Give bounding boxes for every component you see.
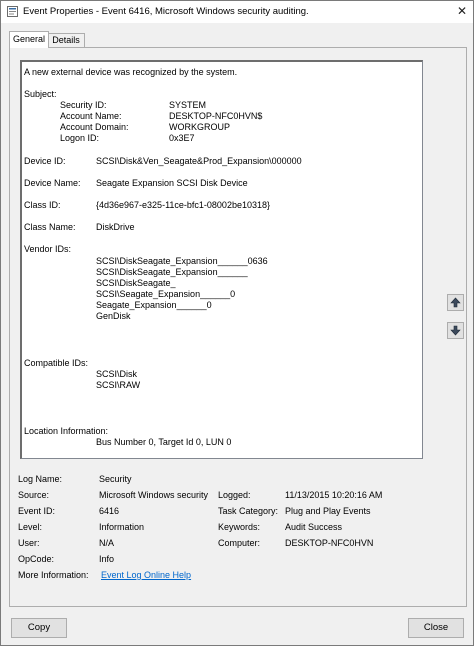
- security-id-value: SYSTEM: [169, 100, 207, 110]
- account-name-label: Account Name:: [60, 111, 122, 121]
- opcode-value: Info: [99, 554, 115, 564]
- class-name-label: Class Name:: [24, 222, 76, 232]
- more-information-label: More Information:: [18, 570, 89, 580]
- task-category-label: Task Category:: [218, 506, 279, 516]
- class-id-value: {4d36e967-e325-11ce-bfc1-08002be10318}: [96, 200, 270, 210]
- scroll-down-button[interactable]: [447, 322, 464, 339]
- tab-general[interactable]: General: [9, 31, 49, 48]
- close-button[interactable]: Close: [408, 618, 464, 638]
- keywords-value: Audit Success: [285, 522, 343, 532]
- logon-id-value: 0x3E7: [169, 133, 195, 143]
- vendor-id-item: SCSI\DiskSeagate_: [96, 278, 176, 288]
- vendor-ids-label: Vendor IDs:: [24, 244, 72, 254]
- vendor-id-item: SCSI\Seagate_Expansion______0: [96, 289, 236, 299]
- event-description-box[interactable]: A new external device was recognized by …: [20, 60, 423, 459]
- copy-button[interactable]: Copy: [11, 618, 67, 638]
- window-title: Event Properties - Event 6416, Microsoft…: [23, 6, 309, 17]
- location-info-value: Bus Number 0, Target Id 0, LUN 0: [96, 437, 232, 447]
- device-id-value: SCSI\Disk&Ven_Seagate&Prod_Expansion\000…: [96, 156, 302, 166]
- class-id-label: Class ID:: [24, 200, 61, 210]
- device-name-value: Seagate Expansion SCSI Disk Device: [96, 178, 248, 188]
- title-bar[interactable]: Event Properties - Event 6416, Microsoft…: [1, 1, 473, 23]
- logon-id-label: Logon ID:: [60, 133, 100, 143]
- event-id-label: Event ID:: [18, 506, 56, 516]
- account-name-value: DESKTOP-NFC0HVN$: [169, 111, 263, 121]
- compatible-ids-label: Compatible IDs:: [24, 358, 89, 368]
- task-category-value: Plug and Play Events: [285, 506, 371, 516]
- event-log-online-help-link[interactable]: Event Log Online Help: [101, 570, 191, 581]
- vendor-id-item: SCSI\DiskSeagate_Expansion______: [96, 267, 248, 277]
- description-intro: A new external device was recognized by …: [24, 67, 238, 77]
- scroll-up-button[interactable]: [447, 294, 464, 311]
- general-tab-panel: A new external device was recognized by …: [9, 47, 467, 607]
- event-properties-window: Event Properties - Event 6416, Microsoft…: [0, 0, 474, 646]
- location-info-label: Location Information:: [24, 426, 109, 436]
- logged-label: Logged:: [218, 490, 251, 500]
- vendor-id-item: SCSI\DiskSeagate_Expansion______0636: [96, 256, 268, 266]
- computer-label: Computer:: [218, 538, 261, 548]
- user-value: N/A: [99, 538, 115, 548]
- compatible-id-item: SCSI\Disk: [96, 369, 138, 379]
- compatible-id-item: SCSI\RAW: [96, 380, 141, 390]
- account-domain-label: Account Domain:: [60, 122, 129, 132]
- device-name-label: Device Name:: [24, 178, 81, 188]
- user-label: User:: [18, 538, 40, 548]
- level-value: Information: [99, 522, 145, 532]
- tab-details[interactable]: Details: [47, 33, 85, 47]
- level-label: Level:: [18, 522, 43, 532]
- close-window-icon[interactable]: ✕: [457, 4, 467, 18]
- class-name-value: DiskDrive: [96, 222, 135, 232]
- computer-value: DESKTOP-NFC0HVN: [285, 538, 374, 548]
- event-id-value: 6416: [99, 506, 120, 516]
- source-value: Microsoft Windows security: [99, 490, 209, 500]
- device-id-label: Device ID:: [24, 156, 66, 166]
- account-domain-value: WORKGROUP: [169, 122, 231, 132]
- security-id-label: Security ID:: [60, 100, 107, 110]
- subject-label: Subject:: [24, 89, 57, 99]
- scroll-down-arrow-icon: [450, 325, 461, 336]
- scroll-up-arrow-icon: [450, 297, 461, 308]
- event-properties-icon: [7, 6, 18, 17]
- log-name-label: Log Name:: [18, 474, 63, 484]
- opcode-label: OpCode:: [18, 554, 55, 564]
- logged-value: 11/13/2015 10:20:16 AM: [285, 490, 383, 500]
- vendor-id-item: GenDisk: [96, 311, 131, 321]
- vendor-id-item: Seagate_Expansion______0: [96, 300, 212, 310]
- keywords-label: Keywords:: [218, 522, 261, 532]
- source-label: Source:: [18, 490, 50, 500]
- log-name-value: Security: [99, 474, 132, 484]
